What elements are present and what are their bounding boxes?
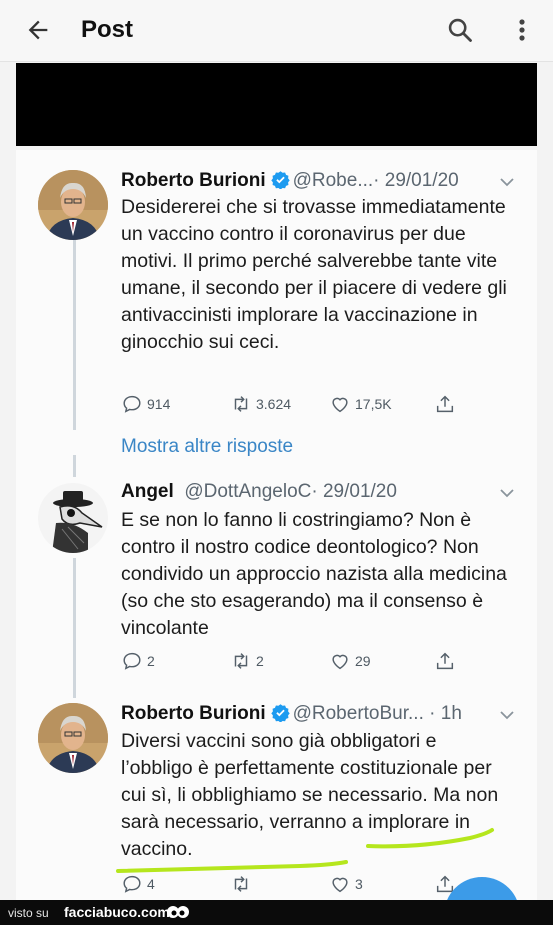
author-name[interactable]: Angel — [121, 481, 174, 502]
watermark-visto-su: visto su — [8, 906, 49, 920]
reply-count: 914 — [147, 396, 171, 412]
reply-count: 4 — [147, 876, 155, 892]
back-arrow-icon[interactable] — [24, 16, 52, 44]
retweet-icon — [234, 653, 248, 669]
author-name[interactable]: Roberto Burioni — [121, 170, 266, 191]
tweet-date: · 29/01/20 — [373, 170, 459, 191]
like-button[interactable]: 29 — [329, 650, 371, 672]
tweet-date: · 29/01/20 — [311, 481, 397, 502]
tweet-text: Diversi vaccini sono già obbligatori e l… — [121, 730, 499, 860]
retweet-icon — [234, 876, 248, 892]
retweet-count: 2 — [256, 653, 264, 669]
watermark-site: facciabuco.com — [64, 904, 170, 920]
share-button[interactable] — [434, 393, 456, 415]
share-icon — [436, 652, 454, 670]
tweet-text: Desidererei che si trovasse immediatamen… — [121, 196, 507, 353]
retweet-count: 3.624 — [256, 396, 292, 412]
like-button[interactable]: 3 — [329, 873, 363, 895]
watermark-bar: visto su facciabuco.com — [0, 900, 553, 925]
reply-icon — [123, 875, 141, 893]
retweet-icon — [234, 396, 248, 412]
tweet-header: Roberto Burioni @RobertoBur... · 1h — [121, 703, 462, 725]
author-handle[interactable]: @Robe... — [293, 170, 374, 191]
retweet-button[interactable]: 2 — [230, 650, 264, 672]
tweet-header: Angel @DottAngeloC· 29/01/20 — [121, 481, 397, 503]
author-handle[interactable]: @RobertoBur... — [293, 703, 424, 724]
more-options-icon[interactable] — [511, 16, 533, 44]
tweet-header: Roberto Burioni @Robe...· 29/01/20 — [121, 170, 459, 192]
reply-icon — [123, 652, 141, 670]
chevron-down-icon[interactable] — [499, 176, 515, 188]
chevron-down-icon[interactable] — [499, 709, 515, 721]
author-handle[interactable]: @DottAngeloC — [184, 481, 311, 502]
author-name[interactable]: Roberto Burioni — [121, 703, 266, 724]
share-button[interactable] — [434, 650, 456, 672]
share-icon — [436, 395, 454, 413]
thread-connector — [73, 558, 76, 698]
retweet-button[interactable] — [230, 873, 256, 895]
heart-icon — [332, 877, 348, 893]
reply-button[interactable]: 2 — [121, 650, 155, 672]
page-title: Post — [81, 16, 134, 43]
show-more-replies-link[interactable]: Mostra altre risposte — [121, 436, 293, 458]
like-count: 17,5K — [355, 396, 392, 412]
reply-icon — [123, 395, 141, 413]
verified-badge-icon — [270, 171, 290, 189]
facciabuco-logo-icon — [167, 906, 189, 918]
reply-count: 2 — [147, 653, 155, 669]
thread-connector — [73, 236, 76, 430]
chevron-down-icon[interactable] — [499, 487, 515, 499]
avatar[interactable] — [38, 703, 108, 773]
like-count: 29 — [355, 653, 371, 669]
reply-button[interactable]: 914 — [121, 393, 170, 415]
like-count: 3 — [355, 876, 363, 892]
like-button[interactable]: 17,5K — [329, 393, 392, 415]
verified-badge-icon — [270, 704, 290, 722]
heart-icon — [332, 654, 348, 670]
tweet-date: · 1h — [429, 703, 462, 724]
search-icon[interactable] — [446, 16, 474, 44]
redacted-bar — [16, 63, 537, 146]
retweet-button[interactable]: 3.624 — [230, 393, 291, 415]
app-bar: Post — [0, 0, 553, 62]
thread-connector — [73, 455, 76, 477]
avatar[interactable] — [38, 483, 108, 553]
tweet-text: E se non lo fanno li costringiamo? Non è… — [121, 509, 507, 639]
reply-button[interactable]: 4 — [121, 873, 155, 895]
heart-icon — [332, 397, 348, 413]
avatar[interactable] — [38, 170, 108, 240]
